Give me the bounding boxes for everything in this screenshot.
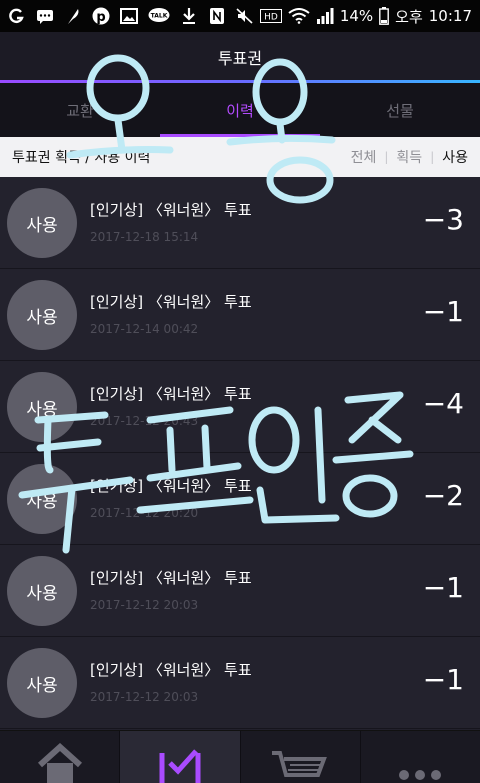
mute-icon bbox=[236, 7, 254, 25]
nav-store[interactable] bbox=[241, 731, 361, 783]
filter-divider: | bbox=[430, 150, 435, 164]
usage-badge: 사용 bbox=[7, 648, 77, 718]
download-icon bbox=[180, 7, 198, 25]
vote-check-icon bbox=[159, 749, 201, 783]
list-item-info: [인기상] 〈워너원〉 투표 2017-12-18 15:14 bbox=[90, 199, 252, 244]
history-list: 사용 [인기상] 〈워너원〉 투표 2017-12-18 15:14 −3 사용… bbox=[0, 177, 480, 729]
more-icon bbox=[399, 770, 442, 780]
pinterest-icon: p bbox=[92, 7, 110, 25]
list-item-amount: −4 bbox=[422, 387, 464, 420]
history-subheader-label: 투표권 획득 / 사용 이력 bbox=[12, 150, 151, 166]
usage-badge: 사용 bbox=[7, 372, 77, 442]
list-item-date: 2017-12-12 20:03 bbox=[90, 598, 199, 612]
svg-text:p: p bbox=[96, 10, 105, 25]
list-item-title: [인기상] 〈워너원〉 투표 bbox=[90, 201, 252, 219]
title-bar: 투표권 bbox=[0, 32, 480, 82]
signal-g-icon bbox=[8, 7, 26, 25]
filter-divider: | bbox=[384, 150, 389, 164]
feather-icon bbox=[64, 7, 82, 25]
tab-gift[interactable]: 선물 bbox=[320, 83, 480, 137]
list-item-amount: −3 bbox=[422, 203, 464, 236]
wifi-icon bbox=[288, 7, 310, 25]
list-item-title: [인기상] 〈워너원〉 투표 bbox=[90, 661, 252, 679]
svg-text:HD: HD bbox=[264, 13, 278, 23]
list-item-amount: −2 bbox=[422, 479, 464, 512]
kakaotalk-icon: TALK bbox=[148, 7, 170, 25]
list-item-date: 2017-12-12 20:03 bbox=[90, 690, 199, 704]
nfc-icon bbox=[208, 7, 226, 25]
list-item-title: [인기상] 〈워너원〉 투표 bbox=[90, 385, 252, 403]
list-item-date: 2017-12-12 20:43 bbox=[90, 414, 199, 428]
list-item-amount: −1 bbox=[422, 295, 464, 328]
filter-used[interactable]: 사용 bbox=[442, 147, 468, 167]
clock-time: 10:17 bbox=[428, 7, 472, 25]
list-item-date: 2017-12-18 15:14 bbox=[90, 230, 199, 244]
list-item-amount: −1 bbox=[422, 663, 464, 696]
list-item[interactable]: 사용 [인기상] 〈워너원〉 투표 2017-12-12 20:43 −4 bbox=[0, 361, 480, 453]
list-item-title: [인기상] 〈워너원〉 투표 bbox=[90, 477, 252, 495]
svg-text:TALK: TALK bbox=[151, 13, 168, 20]
list-item[interactable]: 사용 [인기상] 〈워너원〉 투표 2017-12-14 00:42 −1 bbox=[0, 269, 480, 361]
list-item[interactable]: 사용 [인기상] 〈워너원〉 투표 2017-12-12 20:20 −2 bbox=[0, 453, 480, 545]
list-item-date: 2017-12-14 00:42 bbox=[90, 322, 199, 336]
bottom-nav bbox=[0, 730, 480, 783]
nav-vote[interactable] bbox=[120, 731, 241, 783]
status-bar: p TALK HD 14% 오후 10:17 bbox=[0, 0, 480, 32]
hd-icon: HD bbox=[259, 7, 282, 25]
battery-percent: 14% bbox=[339, 7, 374, 25]
list-item-info: [인기상] 〈워너원〉 투표 2017-12-12 20:43 bbox=[90, 383, 252, 428]
nav-more[interactable] bbox=[361, 731, 480, 783]
nav-home[interactable] bbox=[0, 731, 121, 783]
tab-history[interactable]: 이력 bbox=[160, 83, 320, 137]
page-title: 투표권 bbox=[217, 49, 263, 68]
usage-badge: 사용 bbox=[7, 556, 77, 626]
history-subheader: 투표권 획득 / 사용 이력 전체 | 획득 | 사용 bbox=[0, 137, 480, 177]
list-item[interactable]: 사용 [인기상] 〈워너원〉 투표 2017-12-18 15:14 −3 bbox=[0, 177, 480, 269]
list-item-info: [인기상] 〈워너원〉 투표 2017-12-12 20:03 bbox=[90, 659, 252, 704]
cell-signal-icon bbox=[316, 7, 334, 25]
list-item[interactable]: 사용 [인기상] 〈워너원〉 투표 2017-12-12 20:03 −1 bbox=[0, 545, 480, 637]
list-item-info: [인기상] 〈워너원〉 투표 2017-12-14 00:42 bbox=[90, 291, 252, 336]
usage-badge: 사용 bbox=[7, 464, 77, 534]
list-item-date: 2017-12-12 20:20 bbox=[90, 506, 199, 520]
list-item-title: [인기상] 〈워너원〉 투표 bbox=[90, 569, 252, 587]
list-item[interactable]: 사용 [인기상] 〈워너원〉 투표 2017-12-12 20:03 −1 bbox=[0, 637, 480, 729]
history-filters: 전체 | 획득 | 사용 bbox=[351, 147, 468, 167]
list-item-info: [인기상] 〈워너원〉 투표 2017-12-12 20:20 bbox=[90, 475, 252, 520]
image-icon bbox=[120, 7, 138, 25]
tab-exchange[interactable]: 교환 bbox=[0, 83, 160, 137]
cart-icon bbox=[272, 751, 328, 777]
clock-ampm: 오후 bbox=[395, 7, 423, 26]
home-icon bbox=[37, 743, 82, 783]
list-item-title: [인기상] 〈워너원〉 투표 bbox=[90, 293, 252, 311]
tab-bar: 교환 이력 선물 bbox=[0, 83, 480, 137]
usage-badge: 사용 bbox=[7, 280, 77, 350]
chat-icon bbox=[36, 7, 54, 25]
filter-all[interactable]: 전체 bbox=[351, 147, 377, 167]
battery-icon bbox=[379, 7, 390, 25]
list-item-amount: −1 bbox=[422, 571, 464, 604]
usage-badge: 사용 bbox=[7, 188, 77, 258]
list-item-info: [인기상] 〈워너원〉 투표 2017-12-12 20:03 bbox=[90, 567, 252, 612]
filter-earned[interactable]: 획득 bbox=[396, 147, 422, 167]
